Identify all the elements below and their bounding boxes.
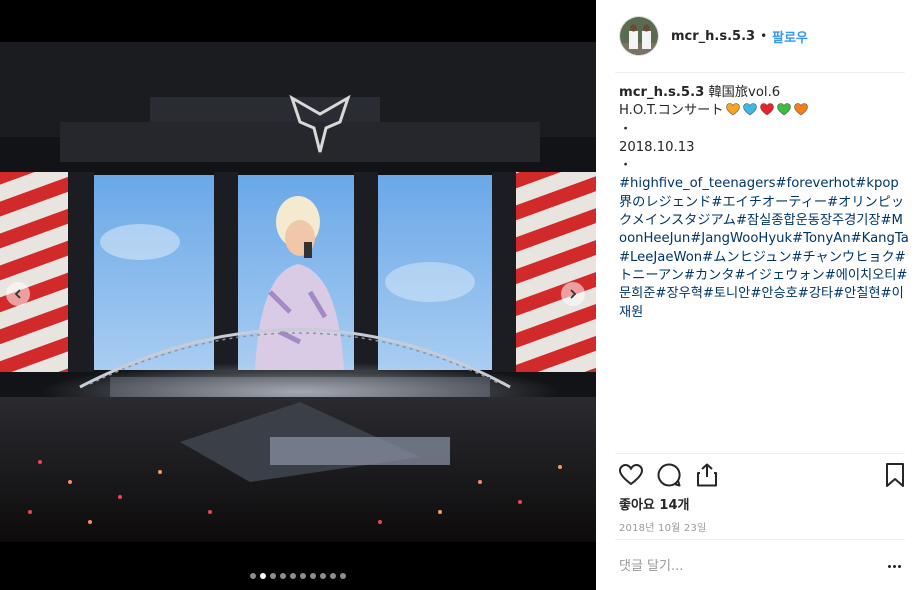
- comment-icon: [657, 463, 681, 487]
- post-sidebar: mcr_h.s.5.3 • 팔로우 mcr_h.s.5.3 韓国旅vol.6 H…: [596, 0, 920, 590]
- save-button[interactable]: [882, 462, 908, 488]
- share-icon: [697, 463, 717, 487]
- hashtag-link[interactable]: #에이치오티: [825, 268, 897, 283]
- heart-emoji-icon: [776, 103, 791, 116]
- avatar[interactable]: [619, 16, 659, 56]
- hashtag-link[interactable]: #장우혁: [655, 286, 702, 301]
- divider: [615, 72, 905, 73]
- caption-date: 2018.10.13: [619, 139, 695, 155]
- hashtag-link[interactable]: #カンタ: [684, 268, 735, 283]
- comment-button[interactable]: [656, 462, 682, 488]
- chevron-right-icon: [570, 289, 577, 299]
- more-options-button[interactable]: [884, 558, 904, 574]
- carousel-dot: [330, 573, 336, 579]
- post-media: [0, 0, 596, 590]
- carousel-dot: [270, 573, 276, 579]
- post-header: mcr_h.s.5.3 • 팔로우: [596, 0, 920, 72]
- divider: [615, 453, 905, 454]
- hashtag-link[interactable]: #KangTa: [851, 231, 909, 246]
- heart-emoji-icon: [725, 103, 740, 116]
- follow-button[interactable]: 팔로우: [772, 27, 808, 46]
- hashtag-link[interactable]: #チャンウヒョク: [791, 250, 894, 265]
- concert-photo: [0, 42, 596, 542]
- caption-username[interactable]: mcr_h.s.5.3: [619, 85, 704, 100]
- hashtag-block: #highfive_of_teenagers#foreverhot#kpop界の…: [619, 175, 909, 321]
- caption-bullet: ・: [619, 121, 633, 137]
- action-bar: [618, 462, 910, 488]
- share-button[interactable]: [694, 462, 720, 488]
- carousel-dot: [340, 573, 346, 579]
- hashtag-link[interactable]: #ムンヒジュン: [702, 250, 791, 265]
- hashtag-link[interactable]: #イジェウォン: [735, 268, 825, 283]
- hashtag-link[interactable]: #TonyAn: [792, 231, 850, 246]
- carousel-dot: [310, 573, 316, 579]
- carousel-dot: [320, 573, 326, 579]
- divider: [615, 539, 905, 540]
- heart-emoji-icon: [759, 103, 774, 116]
- post-timestamp: 2018년 10월 23일: [619, 523, 707, 534]
- username-link[interactable]: mcr_h.s.5.3: [671, 29, 755, 44]
- heart-emoji-row: [725, 103, 808, 116]
- carousel-prev-button[interactable]: [6, 282, 30, 306]
- bookmark-icon: [886, 463, 904, 487]
- hashtag-link[interactable]: #토니안: [703, 286, 750, 301]
- separator-dot: •: [760, 29, 768, 43]
- caption-line2: H.O.T.コンサート: [619, 103, 724, 119]
- hashtag-link[interactable]: #highfive_of_teenagers: [619, 176, 776, 191]
- heart-emoji-icon: [742, 103, 757, 116]
- hashtag-link[interactable]: #안승호: [750, 286, 797, 301]
- more-icon: [887, 564, 891, 568]
- caption-line1: 韓国旅vol.6: [708, 85, 781, 100]
- hashtag-link[interactable]: #エイチオーティー: [711, 195, 827, 210]
- carousel-dot: [290, 573, 296, 579]
- heart-icon: [618, 463, 644, 486]
- caption-bullet: ・: [619, 158, 633, 174]
- heart-emoji-icon: [793, 103, 808, 116]
- carousel-indicator: [0, 573, 596, 579]
- chevron-left-icon: [14, 289, 21, 299]
- hashtag-link[interactable]: #JangWooHyuk: [690, 231, 792, 246]
- hashtag-link[interactable]: #잠실종합운동장주경기장: [736, 213, 881, 228]
- carousel-next-button[interactable]: [561, 282, 585, 306]
- hashtag-link[interactable]: #LeeJaeWon: [619, 250, 702, 265]
- comment-input[interactable]: [619, 556, 849, 576]
- hashtag-link[interactable]: #강타: [798, 286, 833, 301]
- carousel-dot: [260, 573, 266, 579]
- carousel-dot: [280, 573, 286, 579]
- avatar-image: [620, 17, 658, 55]
- carousel-dot: [300, 573, 306, 579]
- caption: mcr_h.s.5.3 韓国旅vol.6 H.O.T.コンサート ・ 2018.…: [619, 84, 909, 322]
- carousel-dot: [250, 573, 256, 579]
- hashtag-link[interactable]: #안칠현: [833, 286, 880, 301]
- like-button[interactable]: [618, 462, 644, 488]
- like-count[interactable]: 좋아요 14개: [619, 494, 689, 513]
- hashtag-link[interactable]: #foreverhot: [776, 176, 856, 191]
